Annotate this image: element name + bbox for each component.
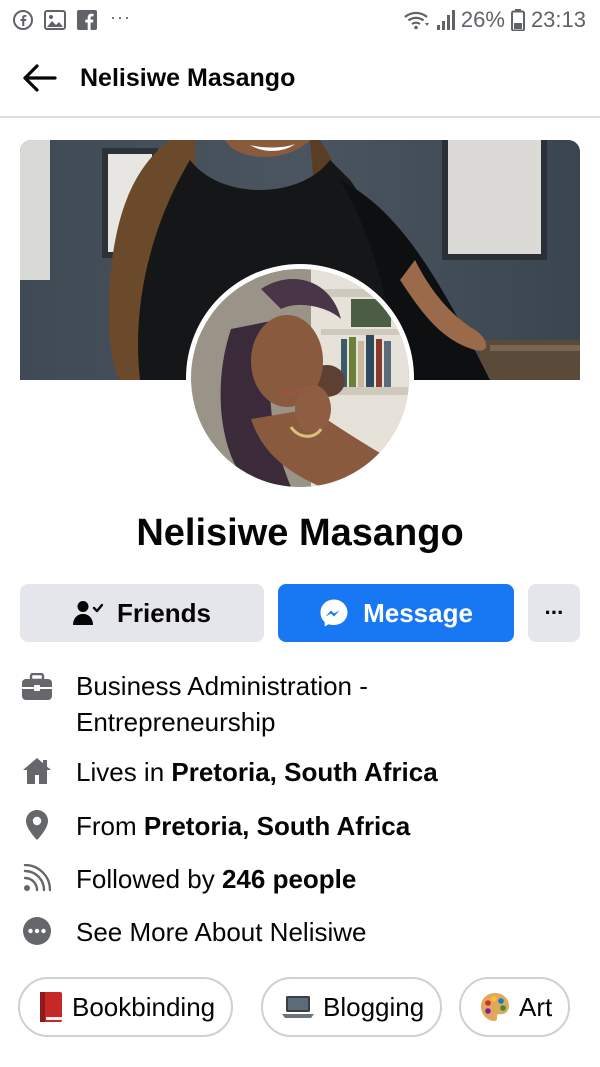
battery-percent: 26% [460,7,505,32]
wifi-icon [403,9,431,31]
clock: 23:13 [530,7,586,32]
work-detail: Business Administration - Entrepreneursh… [0,668,600,740]
interest-chip-art[interactable]: Art [459,977,571,1037]
friends-label: Friends [117,597,211,628]
battery-icon [510,9,525,31]
lives-in-detail: Lives in Pretoria, South Africa [0,754,600,790]
interest-chip-blogging[interactable]: Blogging [261,977,443,1037]
messenger-icon [319,598,349,628]
home-icon [20,754,54,788]
see-more-about-link[interactable]: See More About Nelisiwe [0,914,600,950]
message-label: Message [363,597,473,628]
more-circle-icon [20,914,54,948]
friends-button[interactable]: Friends [20,584,264,642]
interest-chip-bookbinding[interactable]: Bookbinding [18,977,234,1037]
followers-detail: Followed by 246 people [0,861,600,897]
more-options-button[interactable]: ··· [528,584,580,642]
work-line-2: Entrepreneurship [76,707,276,737]
interest-label: Bookbinding [72,991,216,1022]
from-detail: From Pretoria, South Africa [0,808,600,844]
location-pin-icon [20,808,54,842]
status-bar-system: 26% 23:13 [403,7,586,33]
status-bar: ··· 26% 23:13 [0,0,600,40]
rss-feed-icon [20,861,54,895]
interest-label: Blogging [323,991,425,1022]
more-dots-icon: ··· [110,7,131,27]
work-line-1: Business Administration - [76,671,368,701]
signal-icon [436,9,455,31]
profile-avatar[interactable] [186,264,414,492]
back-button[interactable] [0,39,80,117]
header-title: Nelisiwe Masango [80,63,296,92]
message-button[interactable]: Message [278,584,514,642]
see-more-label: See More About Nelisiwe [76,917,367,947]
briefcase-icon [20,670,54,704]
red-book-icon [38,991,64,1023]
profile-name: Nelisiwe Masango [136,512,464,554]
friend-check-icon [73,600,104,626]
from-place[interactable]: Pretoria, South Africa [144,811,410,841]
app-header: Nelisiwe Masango [0,40,600,118]
laptop-icon [281,994,315,1020]
artist-palette-icon [479,991,511,1023]
facebook-square-icon [76,9,98,31]
from-prefix: From [76,811,144,841]
followed-prefix: Followed by [76,864,222,894]
arrow-left-icon [23,64,57,92]
followers-count[interactable]: 246 people [222,864,356,894]
lives-in-place[interactable]: Pretoria, South Africa [171,757,437,787]
more-dots-icon: ··· [544,600,565,625]
interest-label: Art [519,991,553,1022]
gallery-icon [44,9,66,31]
status-bar-notifications: ··· [12,7,131,31]
lives-in-prefix: Lives in [76,757,172,787]
facebook-icon [12,9,34,31]
